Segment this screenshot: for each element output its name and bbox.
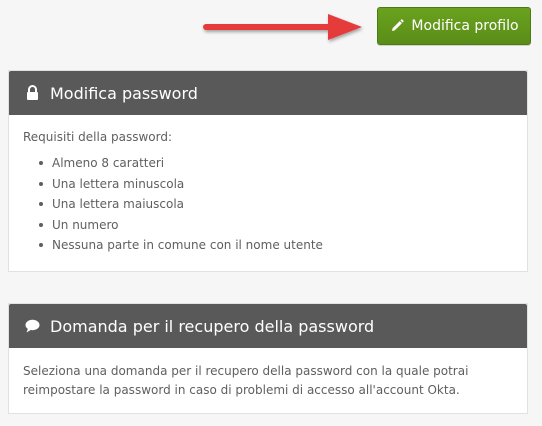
annotation-arrow (203, 14, 362, 40)
list-item: Nessuna parte in comune con il nome uten… (39, 235, 513, 256)
list-item: Un numero (39, 215, 513, 236)
edit-profile-button[interactable]: Modifica profilo (377, 7, 531, 45)
pencil-icon (389, 18, 405, 34)
recovery-question-panel: Domanda per il recupero della password S… (8, 303, 528, 414)
password-requirements: Requisiti della password: Almeno 8 carat… (9, 115, 527, 266)
list-item: Una lettera minuscola (39, 174, 513, 195)
recovery-question-header: Domanda per il recupero della password (9, 304, 527, 348)
speech-bubble-icon (24, 318, 40, 334)
recovery-question-title: Domanda per il recupero della password (50, 316, 375, 336)
edit-profile-label: Modifica profilo (411, 18, 519, 34)
list-item: Una lettera maiuscola (39, 194, 513, 215)
change-password-header: Modifica password (9, 71, 527, 115)
list-item: Almeno 8 caratteri (39, 153, 513, 174)
requirements-title: Requisiti della password: (23, 130, 173, 144)
recovery-description: Seleziona una domanda per il recupero de… (23, 364, 469, 397)
lock-icon (24, 85, 40, 101)
change-password-panel: Modifica password Requisiti della passwo… (8, 70, 528, 272)
change-password-title: Modifica password (50, 83, 198, 103)
requirements-list: Almeno 8 caratteri Una lettera minuscola… (23, 153, 513, 256)
